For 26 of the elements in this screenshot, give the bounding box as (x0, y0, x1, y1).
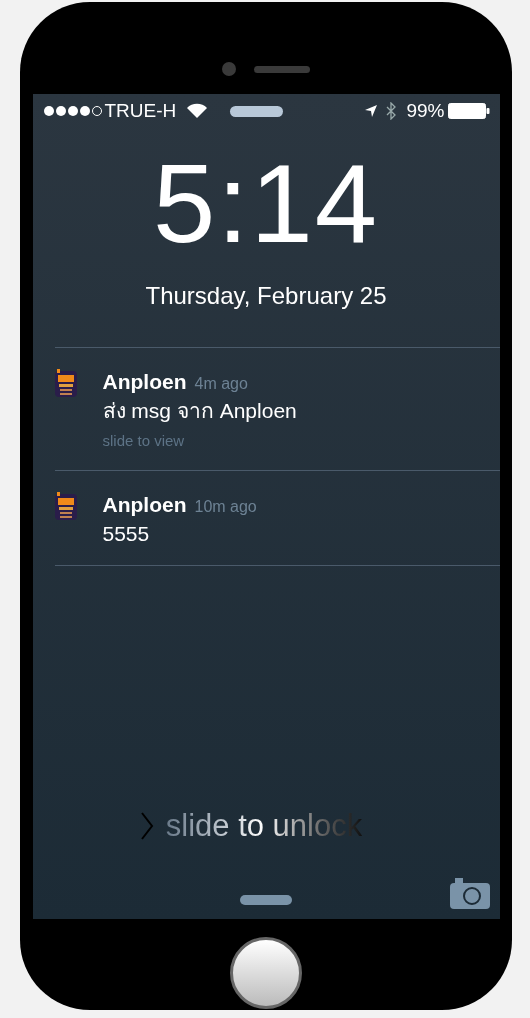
notification-app-name: Anploen (102, 492, 187, 518)
camera-icon[interactable] (449, 877, 490, 909)
speaker-grille (254, 65, 310, 73)
app-icon (54, 492, 77, 522)
carrier-name: TRUE-H (104, 98, 177, 123)
location-arrow-icon (364, 104, 379, 118)
notification-message: ส่ง msg จาก Anploen (102, 397, 297, 424)
bluetooth-icon (386, 102, 397, 120)
notification-card[interactable]: Anploen 10m ago 5555 (54, 471, 500, 566)
notification-time: 4m ago (194, 374, 248, 394)
date-text: Thursday, February 25 (145, 281, 387, 311)
battery-icon (447, 103, 490, 119)
front-camera (222, 62, 236, 76)
signal-icon (42, 105, 103, 117)
notification-pull-handle (230, 105, 284, 117)
notification-action-hint: slide to view (102, 430, 186, 451)
clock-time: 5:14 (153, 148, 379, 260)
notification-card[interactable]: Anploen 4m ago ส่ง msg จาก Anploen slide to view (54, 348, 500, 471)
chevron-right-icon (139, 810, 154, 841)
control-center-handle[interactable] (240, 895, 292, 905)
notification-app-name: Anploen (102, 369, 187, 395)
app-icon (54, 369, 77, 399)
notification-message: 5555 (102, 520, 151, 547)
battery-percentage: 99% (406, 98, 445, 123)
notification-time: 10m ago (194, 497, 257, 517)
wifi-icon (186, 103, 209, 119)
